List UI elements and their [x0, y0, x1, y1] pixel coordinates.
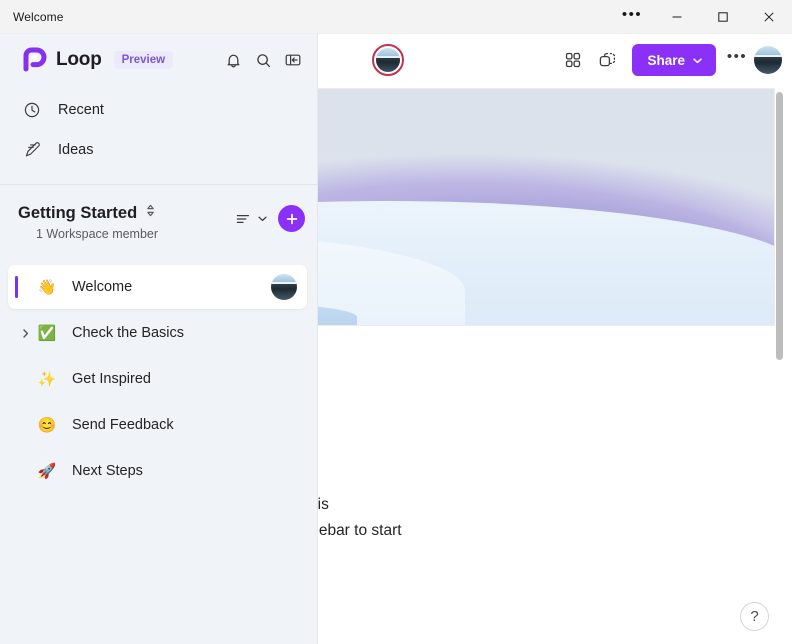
- page-item-check-the-basics-label: Check the Basics: [72, 325, 185, 341]
- clock-icon: [22, 101, 42, 119]
- window-title: Welcome: [13, 9, 64, 24]
- pencil-idea-icon: [22, 141, 42, 160]
- app-window: Share ••• l to: [0, 0, 792, 644]
- sidebar-item-ideas-label: Ideas: [58, 142, 94, 158]
- page-emoji-smiley-icon: 😊: [37, 417, 57, 434]
- presence-avatar[interactable]: [372, 44, 404, 76]
- page-list: 👋 Welcome ✅ Check the Basics ✨ Get Inspi…: [0, 265, 317, 493]
- sidebar-item-recent[interactable]: Recent: [0, 90, 317, 130]
- document-scrollbar[interactable]: [776, 88, 786, 644]
- page-emoji-sparkles-icon: ✨: [37, 371, 57, 388]
- window-minimize-button[interactable]: [654, 0, 700, 34]
- page-item-welcome[interactable]: 👋 Welcome: [8, 265, 307, 309]
- window-titlebar: Welcome •••: [0, 0, 792, 34]
- preview-badge: Preview: [113, 51, 174, 69]
- collapse-sidebar-icon[interactable]: [279, 46, 307, 74]
- sidebar-item-recent-label: Recent: [58, 102, 104, 118]
- page-item-send-feedback-label: Send Feedback: [72, 417, 174, 433]
- presence-avatar-wrap[interactable]: [372, 44, 404, 76]
- document-scrollbar-thumb[interactable]: [776, 92, 783, 360]
- avatar-image: [376, 48, 400, 72]
- page-item-next-steps[interactable]: 🚀 Next Steps: [8, 449, 307, 493]
- window-close-button[interactable]: [746, 0, 792, 34]
- notifications-bell-icon[interactable]: [219, 46, 247, 74]
- page-item-next-steps-label: Next Steps: [72, 463, 143, 479]
- expand-chevron-icon[interactable]: [14, 328, 36, 339]
- sidebar: Loop Preview Recent Ideas Getting Starte…: [0, 34, 318, 644]
- workspace-actions: [235, 203, 305, 232]
- page-item-get-inspired-label: Get Inspired: [72, 371, 151, 387]
- workspace-switcher-icon[interactable]: [144, 203, 157, 223]
- window-more-button[interactable]: •••: [610, 0, 654, 34]
- loop-logo-icon: [22, 47, 48, 73]
- workspace-header: Getting Started 1 Workspace member: [0, 185, 317, 241]
- help-button[interactable]: ?: [740, 602, 769, 631]
- page-emoji-rocket-icon: 🚀: [37, 463, 57, 480]
- copy-component-icon[interactable]: [590, 43, 624, 77]
- add-page-button[interactable]: [278, 205, 305, 232]
- sidebar-header-icons: [219, 46, 307, 74]
- chevron-down-icon: [693, 57, 702, 63]
- page-item-welcome-label: Welcome: [72, 279, 133, 295]
- page-emoji-wave-icon: 👋: [37, 279, 57, 296]
- share-button-label: Share: [647, 52, 685, 68]
- share-button[interactable]: Share: [632, 44, 716, 76]
- window-maximize-button[interactable]: [700, 0, 746, 34]
- page-item-get-inspired[interactable]: ✨ Get Inspired: [8, 357, 307, 401]
- selection-indicator: [15, 276, 18, 298]
- sort-options-button[interactable]: [235, 212, 268, 226]
- chevron-down-icon: [258, 216, 267, 222]
- workspace-title[interactable]: Getting Started: [18, 204, 137, 223]
- search-icon[interactable]: [249, 46, 277, 74]
- page-emoji-checkmark-icon: ✅: [37, 325, 57, 342]
- user-avatar[interactable]: [754, 46, 782, 74]
- workspace-member-count: 1 Workspace member: [36, 227, 159, 241]
- page-collaborator-avatar[interactable]: [271, 274, 297, 300]
- sidebar-header: Loop Preview: [0, 34, 317, 86]
- loop-wordmark: Loop: [56, 49, 102, 70]
- document-header-actions: Share •••: [556, 34, 782, 86]
- page-item-check-the-basics[interactable]: ✅ Check the Basics: [8, 311, 307, 355]
- sidebar-nav: Recent Ideas: [0, 86, 317, 180]
- sidebar-item-ideas[interactable]: Ideas: [0, 130, 317, 170]
- apps-grid-icon[interactable]: [556, 43, 590, 77]
- page-item-send-feedback[interactable]: 😊 Send Feedback: [8, 403, 307, 447]
- document-more-options-button[interactable]: •••: [722, 43, 752, 77]
- window-controls: •••: [610, 0, 792, 34]
